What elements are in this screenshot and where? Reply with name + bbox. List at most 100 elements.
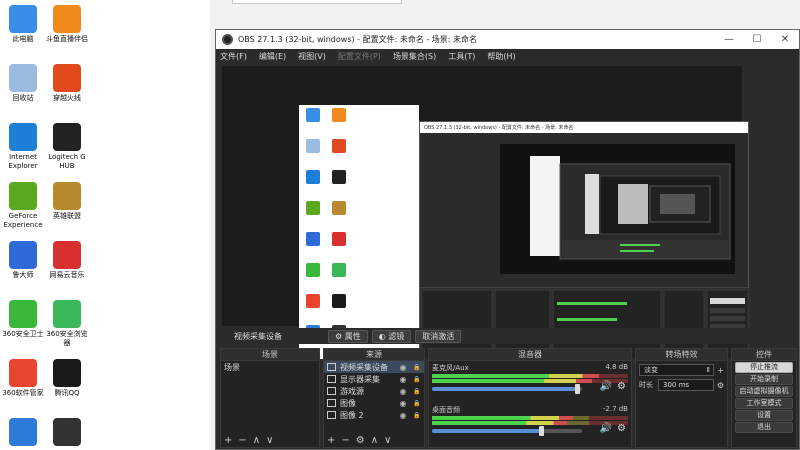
control-button[interactable]: 工作室模式 <box>735 398 793 409</box>
desktop-icon[interactable]: 360安全浏览器 <box>44 300 90 348</box>
source-item[interactable]: 视频采集设备 ◉ 🔒 <box>324 361 424 373</box>
menu-item[interactable]: 帮助(H) <box>487 51 515 62</box>
visibility-eye-icon[interactable]: ◉ <box>396 363 410 372</box>
desktop-icon[interactable]: 鲁大师 <box>0 241 46 280</box>
preview-canvas[interactable]: OBS 27.1.3 (32-bit, windows) - 配置文件: 未命名… <box>222 66 750 363</box>
scenes-header: 场景 <box>221 349 319 361</box>
desktop-icon[interactable]: 此电脑 <box>0 5 46 44</box>
source-settings-button[interactable]: ⚙ <box>356 435 365 446</box>
menu-item[interactable]: 工具(T) <box>448 51 475 62</box>
visibility-eye-icon[interactable]: ◉ <box>396 387 410 396</box>
desktop-icon-label: 360软件管家 <box>2 389 44 397</box>
menu-item[interactable]: 编辑(E) <box>259 51 286 62</box>
menu-item[interactable]: 配置文件(P) <box>338 51 381 62</box>
scenes-list: 场景 <box>221 361 319 434</box>
desktop-icon[interactable]: 360安全卫士 <box>0 300 46 339</box>
desktop-icon[interactable] <box>0 418 46 448</box>
desktop-icon[interactable]: 腾讯QQ <box>44 359 90 398</box>
desktop-icon[interactable]: 英雄联盟 <box>44 182 90 221</box>
chevron-updown-icon: ⇕ <box>705 366 712 374</box>
menu-bar: 文件(F) 编辑(E) 视图(V) 配置文件(P) 场景集合(S) 工具(T) 帮助(H) <box>216 49 799 64</box>
lock-icon[interactable]: 🔒 <box>410 364 424 371</box>
desktop-icon[interactable]: GeForce Experience <box>0 182 46 230</box>
transition-type-select[interactable]: 淡变 ⇕ <box>639 364 715 376</box>
desktop-icon[interactable]: 360软件管家 <box>0 359 46 398</box>
monitor-icon <box>9 418 37 446</box>
preview-lol-icon <box>327 201 351 216</box>
visibility-eye-icon[interactable]: ◉ <box>396 411 410 420</box>
channel-name: 桌面音频 <box>432 406 460 414</box>
lock-icon[interactable]: 🔒 <box>410 412 424 419</box>
remove-scene-button[interactable]: − <box>238 435 246 446</box>
top-edge-bar <box>232 0 402 4</box>
volume-slider[interactable] <box>432 384 582 394</box>
source-item[interactable]: 游戏源 ◉ 🔒 <box>324 385 424 397</box>
properties-button[interactable]: ⚙ 属性 <box>328 329 368 343</box>
control-button[interactable]: 启动虚拟摄像机 <box>735 386 793 397</box>
control-button[interactable]: 开始录制 <box>735 374 793 385</box>
control-button[interactable]: 退出 <box>735 422 793 433</box>
nested-obs-preview: OBS 27.1.3 (32-bit, windows) - 配置文件: 未命名… <box>419 121 750 363</box>
menu-item[interactable]: 文件(F) <box>220 51 247 62</box>
channel-db: 4.8 dB <box>605 363 628 371</box>
visibility-eye-icon[interactable]: ◉ <box>396 375 410 384</box>
add-transition-button[interactable]: + <box>717 366 724 375</box>
desktop-icon-label: 此电脑 <box>12 35 34 43</box>
preview-recycle-bin-icon <box>301 139 325 154</box>
scene-item[interactable]: 场景 <box>221 361 319 373</box>
remove-source-button[interactable]: − <box>341 435 349 446</box>
lock-icon[interactable]: 🔒 <box>410 388 424 395</box>
minimize-button[interactable]: — <box>715 34 743 45</box>
source-item[interactable]: 显示器采集 ◉ 🔒 <box>324 373 424 385</box>
maximize-button[interactable]: ☐ <box>743 34 771 45</box>
visibility-eye-icon[interactable]: ◉ <box>396 399 410 408</box>
add-scene-button[interactable]: + <box>224 435 232 446</box>
mixer-channel: 麦克风/Aux 4.8 dB 🔊 ⚙ <box>432 363 628 403</box>
desktop-icon-label: Logitech G HUB <box>48 153 86 170</box>
desktop-icon[interactable] <box>44 418 90 448</box>
sources-header: 来源 <box>324 349 424 361</box>
channel-gear-icon[interactable]: ⚙ <box>617 423 626 434</box>
netease-music-icon <box>53 241 81 269</box>
move-scene-down-button[interactable]: ∨ <box>266 435 273 446</box>
deactivate-button[interactable]: 取消激活 <box>415 329 462 343</box>
preview-netease-music-icon <box>327 232 351 247</box>
preview-360-software-icon <box>301 294 325 309</box>
source-label: 视频采集设备 <box>340 362 388 372</box>
source-label: 图像 2 <box>340 410 364 420</box>
volume-slider[interactable] <box>432 426 582 436</box>
control-button[interactable]: 设置 <box>735 410 793 421</box>
scenes-footer: + − ∧ ∨ <box>221 434 319 447</box>
move-source-up-button[interactable]: ∧ <box>371 435 378 446</box>
move-source-down-button[interactable]: ∨ <box>384 435 391 446</box>
menu-item[interactable]: 视图(V) <box>298 51 326 62</box>
screen: 此电脑 斗鱼直播伴侣回收站 穿越火线 Internet Explorer Logitec… <box>0 0 800 450</box>
lock-icon[interactable]: 🔒 <box>410 400 424 407</box>
menu-item[interactable]: 场景集合(S) <box>393 51 436 62</box>
source-item[interactable]: 图像 ◉ 🔒 <box>324 397 424 409</box>
preview-qq-icon <box>327 294 351 309</box>
close-button[interactable]: ✕ <box>771 34 799 45</box>
desktop-icon[interactable]: 回收站 <box>0 64 46 103</box>
sources-list: 视频采集设备 ◉ 🔒 显示器采集 ◉ 🔒 游戏源 ◉ 🔒 图像 ◉ 🔒 图像 2 ◉ 🔒 <box>324 361 424 434</box>
source-label: 显示器采集 <box>340 374 380 384</box>
source-item[interactable]: 图像 2 ◉ 🔒 <box>324 409 424 421</box>
desktop-icon[interactable]: 网易云音乐 <box>44 241 90 280</box>
move-scene-up-button[interactable]: ∧ <box>253 435 260 446</box>
filters-button[interactable]: ◐ 滤镜 <box>371 329 412 343</box>
speaker-icon[interactable]: 🔊 <box>600 381 612 392</box>
duration-input[interactable]: 300 ms <box>658 379 714 391</box>
audio-meter <box>432 374 628 378</box>
lock-icon[interactable]: 🔒 <box>410 376 424 383</box>
add-source-button[interactable]: + <box>327 435 335 446</box>
window-title: OBS 27.1.3 (32-bit, windows) - 配置文件: 未命名… <box>238 35 478 44</box>
channel-gear-icon[interactable]: ⚙ <box>617 381 626 392</box>
control-button[interactable]: 停止推流 <box>735 362 793 373</box>
speaker-icon[interactable]: 🔊 <box>600 423 612 434</box>
desktop-icon[interactable]: 穿越火线 <box>44 64 90 103</box>
desktop-icon[interactable]: Internet Explorer <box>0 123 46 171</box>
transition-settings-gear-icon[interactable]: ⚙ <box>717 381 724 390</box>
desktop-icon[interactable]: 斗鱼直播伴侣 <box>44 5 90 44</box>
ludashi-icon <box>9 241 37 269</box>
desktop-icon[interactable]: Logitech G HUB <box>44 123 90 171</box>
